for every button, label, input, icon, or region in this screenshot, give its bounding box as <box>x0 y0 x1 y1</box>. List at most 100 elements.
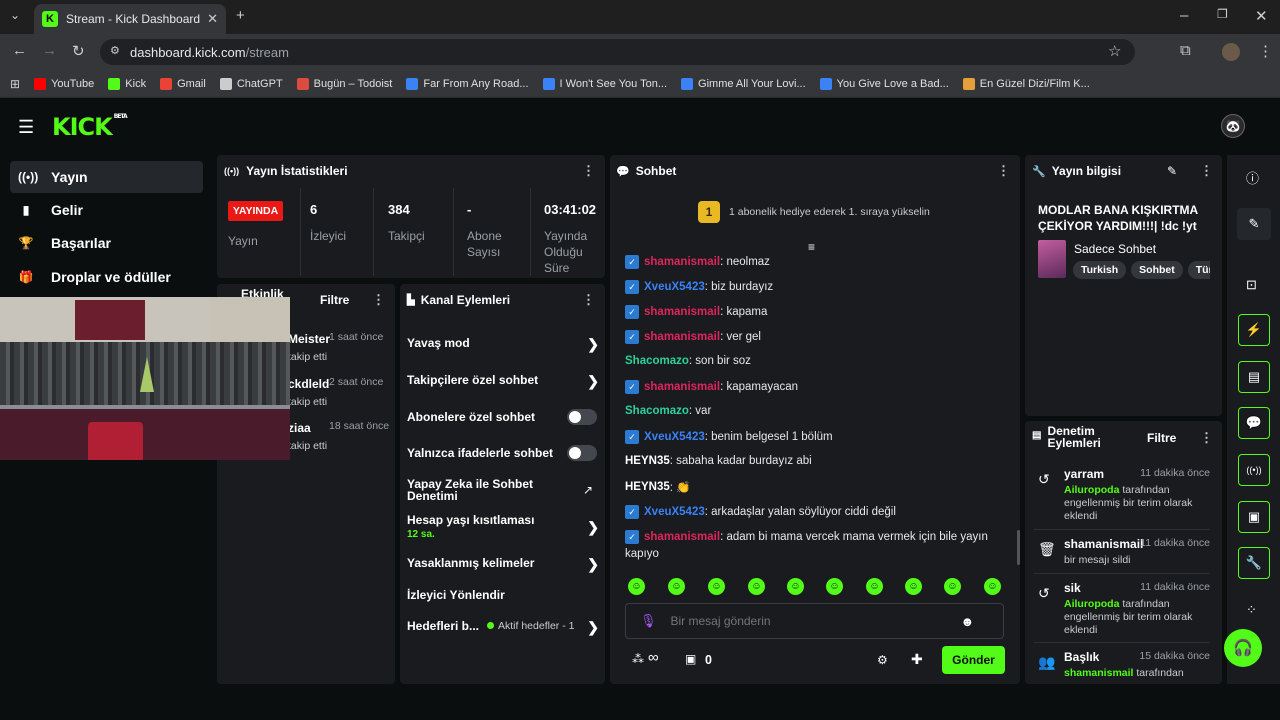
mod-actions-menu-icon[interactable]: ⋮ <box>1200 430 1213 446</box>
broadcast-button[interactable]: ((•)) <box>1238 454 1270 486</box>
screenshot-icon[interactable]: ⊡ <box>1246 277 1257 293</box>
maximize-icon[interactable]: ❐ <box>1217 7 1228 21</box>
goals-row[interactable]: Hedefleri b... Aktif hedefler - 1 ❯ <box>407 619 599 635</box>
chat-username[interactable]: XveuX5423 <box>644 281 705 293</box>
chat-username[interactable]: shamanismail <box>644 306 720 318</box>
emote-icon[interactable]: ☺ <box>708 578 725 595</box>
site-info-icon[interactable]: ⚙ <box>110 44 120 57</box>
bookmark-star-icon[interactable]: ☆ <box>1108 42 1121 60</box>
minimize-icon[interactable]: – <box>1180 7 1188 24</box>
channel-points-icon[interactable]: ⁂ <box>632 652 644 666</box>
stream-tag[interactable]: Sohbet <box>1131 261 1183 279</box>
dots-icon[interactable]: ⁘ <box>1246 602 1257 618</box>
emotes-only-toggle[interactable] <box>567 445 597 461</box>
bookmark-item[interactable]: I Won't See You Ton... <box>542 77 667 90</box>
subs-only-toggle[interactable] <box>567 409 597 425</box>
chat-username[interactable]: shamanismail <box>644 256 720 268</box>
activity-user[interactable]: ziaa <box>288 421 311 435</box>
emote-icon[interactable]: ☺ <box>944 578 961 595</box>
emote-icon[interactable]: ☺ <box>866 578 883 595</box>
mod-actor[interactable]: shamanismail <box>1064 667 1133 679</box>
reload-icon[interactable]: ↻ <box>72 42 85 60</box>
bookmark-item[interactable]: Far From Any Road... <box>406 77 529 90</box>
address-bar[interactable]: dashboard.kick.com/stream <box>100 39 1135 65</box>
bookmark-item[interactable]: ChatGPT <box>219 77 283 90</box>
chat-username[interactable]: shamanismail <box>644 381 720 393</box>
lightning-button[interactable]: ⚡ <box>1238 314 1270 346</box>
chat-scrollbar[interactable] <box>1017 530 1020 565</box>
activity-user[interactable]: ckdleld <box>288 377 329 391</box>
category-name[interactable]: Sadece Sohbet <box>1074 242 1156 256</box>
chat-settings-icon[interactable]: ⚙ <box>877 653 888 667</box>
emote-icon[interactable]: ☺ <box>905 578 922 595</box>
sidebar-item-basarilar[interactable]: 🏆 Başarılar <box>10 227 203 259</box>
emote-icon[interactable]: ☺ <box>984 578 1001 595</box>
slow-mode-row[interactable]: Yavaş mod ❯ <box>407 336 599 352</box>
help-support-button[interactable]: 🎧 <box>1224 629 1262 667</box>
back-icon[interactable]: ← <box>12 42 27 59</box>
gift-box-icon[interactable]: ▣ <box>685 652 696 666</box>
browser-tab[interactable]: K Stream - Kick Dashboard ✕ <box>34 4 226 34</box>
layout-button[interactable]: ▣ <box>1238 501 1270 533</box>
pencil-icon[interactable]: ✎ <box>1237 208 1271 240</box>
bookmark-item[interactable]: En Güzel Dizi/Film K... <box>962 77 1090 90</box>
kick-logo[interactable]: KICK BETA <box>52 113 128 141</box>
tools-button[interactable]: 🔧 <box>1238 547 1270 579</box>
edit-icon[interactable]: ✎ <box>1167 164 1177 178</box>
followers-only-row[interactable]: Takipçilere özel sohbet ❯ <box>407 373 599 389</box>
chat-toggle-button[interactable]: 💬 <box>1238 407 1270 439</box>
chat-username[interactable]: Shacomazo <box>625 405 689 417</box>
forward-icon[interactable]: → <box>42 42 57 59</box>
stream-tag[interactable]: Turkish <box>1073 261 1127 279</box>
chat-username[interactable]: shamanismail <box>644 331 720 343</box>
chat-message-field[interactable] <box>670 614 961 628</box>
category-thumbnail[interactable] <box>1038 240 1066 278</box>
channel-actions-menu-icon[interactable]: ⋮ <box>582 292 595 308</box>
hamburger-menu-icon[interactable]: ☰ <box>18 117 34 138</box>
emote-icon[interactable]: ☺ <box>748 578 765 595</box>
bookmark-item[interactable]: Gmail <box>160 77 206 90</box>
profile-avatar[interactable] <box>1222 43 1240 61</box>
window-close-icon[interactable]: ✕ <box>1255 7 1268 25</box>
bookmark-item[interactable]: YouTube <box>34 77 94 90</box>
mod-tools-icon[interactable]: ✚ <box>911 651 923 668</box>
emote-icon[interactable]: ☺ <box>668 578 685 595</box>
ai-moderation-row[interactable]: Yapay Zeka ile Sohbet Denetimi <box>407 478 557 502</box>
mod-actor[interactable]: Ailuropoda <box>1064 598 1119 610</box>
stats-menu-icon[interactable]: ⋮ <box>582 163 595 179</box>
sidebar-item-gelir[interactable]: ▮ Gelir <box>10 194 203 226</box>
extensions-icon[interactable]: ⧉ <box>1180 42 1191 59</box>
chat-username[interactable]: shamanismail <box>644 531 720 543</box>
apps-grid-icon[interactable]: ⊞ <box>10 77 20 91</box>
info-icon[interactable]: ⓘ <box>1246 168 1259 187</box>
mod-actor[interactable]: Ailuropoda <box>1064 484 1119 496</box>
chat-username[interactable]: Shacomazo <box>625 355 689 367</box>
bookmark-item[interactable]: You Give Love a Bad... <box>819 77 949 90</box>
activity-filter-button[interactable]: Filtre <box>320 293 349 307</box>
viewer-redirect-row[interactable]: İzleyici Yönlendir <box>407 588 599 602</box>
new-tab-icon[interactable]: + <box>236 7 245 24</box>
external-link-icon[interactable]: ↗ <box>583 483 593 497</box>
tab-search-icon[interactable]: ⌄ <box>10 8 20 22</box>
activity-menu-icon[interactable]: ⋮ <box>372 292 385 308</box>
bookmark-item[interactable]: Bugün – Todoist <box>296 77 392 90</box>
activity-user[interactable]: Meister <box>288 332 330 346</box>
sidebar-item-droplar[interactable]: 🎁 Droplar ve ödüller <box>10 261 203 293</box>
sidebar-item-yayin[interactable]: ((•)) Yayın <box>10 161 203 193</box>
bookmark-item[interactable]: Kick <box>108 77 146 90</box>
stream-info-menu-icon[interactable]: ⋮ <box>1200 163 1213 179</box>
notes-button[interactable]: ▤ <box>1238 361 1270 393</box>
collapse-pinned-icon[interactable]: ≡ <box>808 240 815 254</box>
emote-icon[interactable]: ☺ <box>826 578 843 595</box>
mod-filter-button[interactable]: Filtre <box>1147 431 1176 445</box>
browser-menu-icon[interactable]: ⋮ <box>1258 42 1273 60</box>
chat-username[interactable]: HEYN35 <box>625 481 670 493</box>
chat-username[interactable]: HEYN35 <box>625 455 670 467</box>
pinned-gift-banner[interactable]: 1 1 abonelik hediye ederek 1. sıraya yük… <box>698 201 930 223</box>
send-button[interactable]: Gönder <box>942 646 1005 674</box>
emote-icon[interactable]: ☺ <box>628 578 645 595</box>
banned-words-row[interactable]: Yasaklanmış kelimeler ❯ <box>407 556 599 572</box>
stream-tag[interactable]: Türk <box>1187 261 1210 279</box>
bookmark-item[interactable]: Gimme All Your Lovi... <box>681 77 806 90</box>
user-avatar[interactable]: 🐼 <box>1221 114 1245 138</box>
